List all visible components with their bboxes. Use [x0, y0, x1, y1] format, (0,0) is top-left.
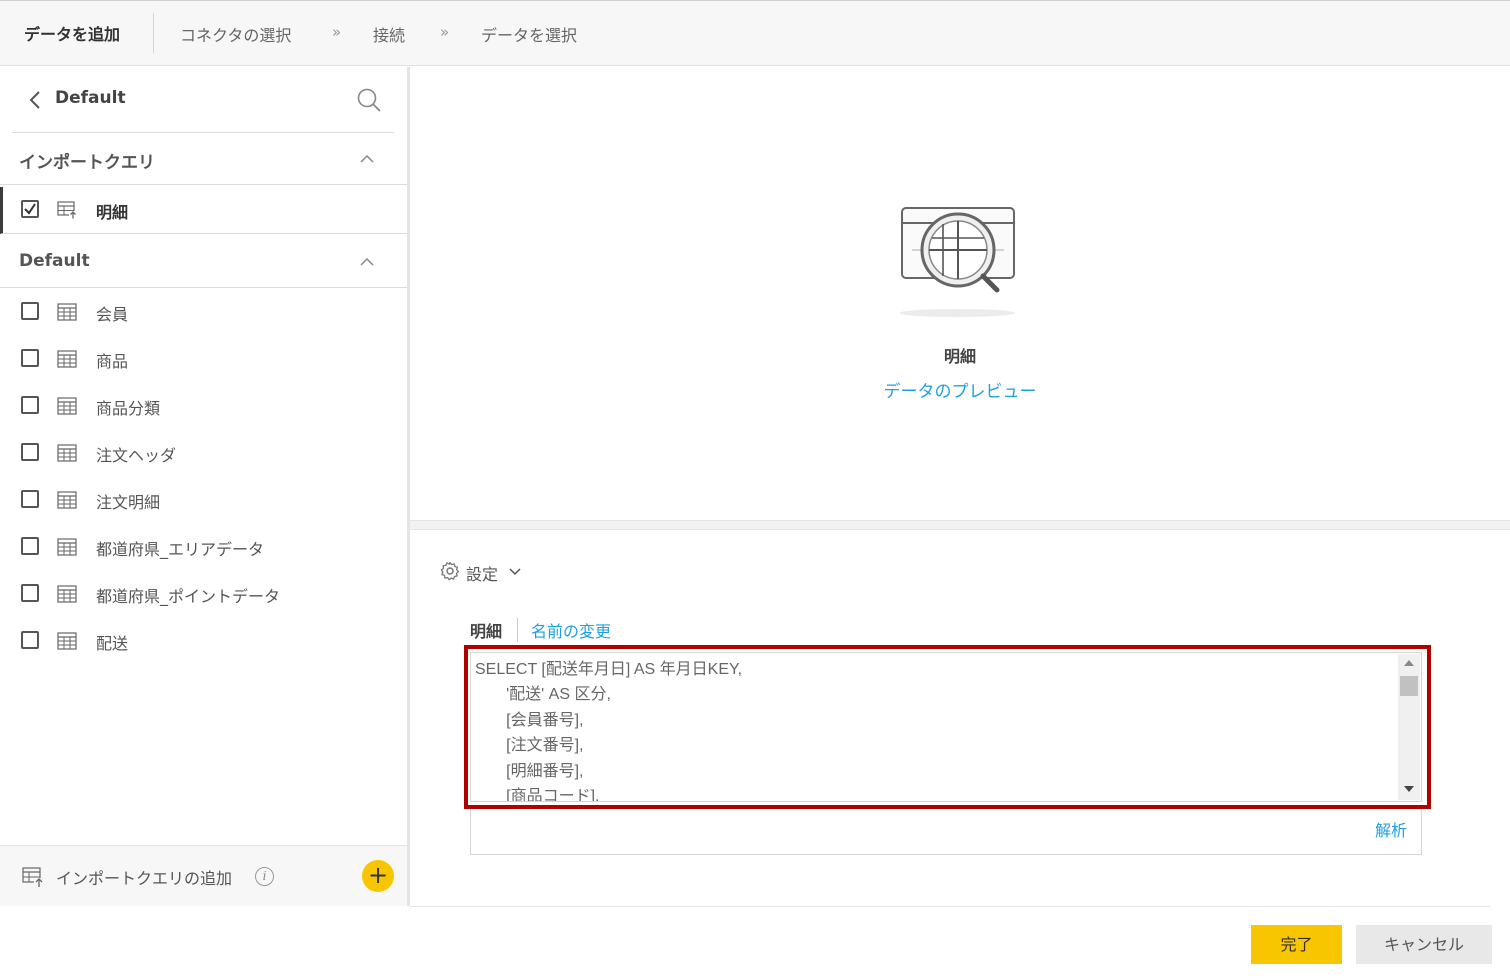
- list-item-label: 注文ヘッダ: [96, 446, 177, 465]
- header-divider: [153, 13, 154, 53]
- section-import-query[interactable]: インポートクエリ: [0, 133, 407, 185]
- check-icon: [24, 203, 36, 215]
- checkbox[interactable]: [21, 584, 39, 602]
- checkbox-checked[interactable]: [21, 200, 39, 218]
- section-label: Default: [19, 251, 90, 271]
- table-icon: [57, 350, 77, 368]
- section-label: インポートクエリ: [19, 153, 155, 173]
- scroll-thumb[interactable]: [1400, 676, 1418, 696]
- pane-divider[interactable]: [410, 520, 1510, 530]
- list-item-table[interactable]: 商品: [0, 336, 407, 383]
- settings-label: 設定: [466, 565, 499, 584]
- sidebar-header: Default: [0, 67, 407, 133]
- table-icon: [57, 491, 77, 509]
- info-icon[interactable]: i: [255, 867, 274, 886]
- list-item-table[interactable]: 商品分類: [0, 383, 407, 430]
- checkbox[interactable]: [21, 349, 39, 367]
- parse-link[interactable]: 解析: [1375, 817, 1407, 841]
- chevron-up-icon: [360, 257, 374, 266]
- preview-table-name: 明細: [943, 347, 976, 366]
- data-preview-link[interactable]: データのプレビュー: [410, 377, 1510, 402]
- table-icon: [57, 632, 77, 650]
- checkbox[interactable]: [21, 302, 39, 320]
- top-bar: データを追加 コネクタの選択 » 接続 » データを選択: [0, 0, 1510, 66]
- scroll-up-arrow-icon[interactable]: [1404, 660, 1414, 666]
- import-table-icon: [22, 867, 44, 888]
- breadcrumb-select-connector[interactable]: コネクタの選択: [180, 22, 291, 46]
- sql-query-text[interactable]: SELECT [配送年月日] AS 年月日KEY, '配送' AS 区分, [会…: [471, 653, 1421, 801]
- add-import-query-bar: インポートクエリの追加 i +: [0, 845, 407, 906]
- list-item-label: 注文明細: [96, 493, 161, 512]
- breadcrumb-separator: »: [332, 23, 342, 41]
- scroll-down-arrow-icon[interactable]: [1404, 786, 1414, 792]
- table-icon: [57, 397, 77, 415]
- table-icon: [57, 303, 77, 321]
- breadcrumb-separator: »: [440, 23, 450, 41]
- list-item-table[interactable]: 都道府県_エリアデータ: [0, 524, 407, 571]
- done-button[interactable]: 完了: [1251, 925, 1342, 964]
- footer-divider: [410, 906, 1490, 907]
- table-icon: [57, 585, 77, 603]
- cancel-button[interactable]: キャンセル: [1356, 925, 1492, 964]
- checkbox[interactable]: [21, 490, 39, 508]
- section-default[interactable]: Default: [0, 236, 407, 288]
- add-import-query-button[interactable]: +: [362, 860, 394, 892]
- list-item-table[interactable]: 注文明細: [0, 477, 407, 524]
- tab-separator: [517, 618, 518, 642]
- list-item-label: 都道府県_ポイントデータ: [96, 587, 281, 606]
- preview-pane: 明細 データのプレビュー: [410, 67, 1510, 522]
- connection-name: Default: [55, 88, 126, 108]
- list-item-label: 都道府県_エリアデータ: [96, 540, 265, 559]
- checkbox[interactable]: [21, 443, 39, 461]
- rename-link[interactable]: 名前の変更: [531, 618, 611, 642]
- list-item-label: 商品: [96, 352, 129, 371]
- list-item-table[interactable]: 注文ヘッダ: [0, 430, 407, 477]
- search-icon[interactable]: [356, 87, 382, 113]
- breadcrumb-connection[interactable]: 接続: [373, 22, 405, 46]
- data-preview-link-label[interactable]: データのプレビュー: [884, 382, 1037, 402]
- sql-scrollbar[interactable]: [1398, 654, 1420, 800]
- checkbox[interactable]: [21, 631, 39, 649]
- add-import-query-label[interactable]: インポートクエリの追加: [56, 865, 232, 889]
- checkbox[interactable]: [21, 396, 39, 414]
- table-preview-illustration: [900, 207, 1015, 317]
- tab-query-name: 明細: [470, 622, 503, 641]
- table-icon: [57, 444, 77, 462]
- list-item-table[interactable]: 都道府県_ポイントデータ: [0, 571, 407, 618]
- checkbox[interactable]: [21, 537, 39, 555]
- list-item-label: 商品分類: [96, 399, 161, 418]
- list-item-label: 会員: [96, 305, 129, 324]
- chevron-down-icon: [509, 568, 521, 576]
- list-item-table[interactable]: 会員: [0, 289, 407, 336]
- list-item-table[interactable]: 配送: [0, 618, 407, 665]
- parse-bar: 解析: [470, 809, 1422, 855]
- import-table-icon: [57, 201, 77, 219]
- chevron-up-icon: [360, 154, 374, 163]
- back-arrow-icon[interactable]: [26, 89, 46, 111]
- breadcrumb-select-data: データを選択: [481, 26, 578, 45]
- sidebar: Default インポートクエリ 明細 Default 会員 商品 商品分類 注…: [0, 67, 410, 906]
- sql-editor[interactable]: SELECT [配送年月日] AS 年月日KEY, '配送' AS 区分, [会…: [470, 652, 1422, 802]
- table-icon: [57, 538, 77, 556]
- list-item-label: 配送: [96, 634, 129, 653]
- list-item-label: 明細: [96, 203, 129, 222]
- list-item-import-meisai[interactable]: 明細: [0, 187, 407, 234]
- gear-icon: [440, 561, 460, 581]
- page-title: データを追加: [24, 25, 121, 44]
